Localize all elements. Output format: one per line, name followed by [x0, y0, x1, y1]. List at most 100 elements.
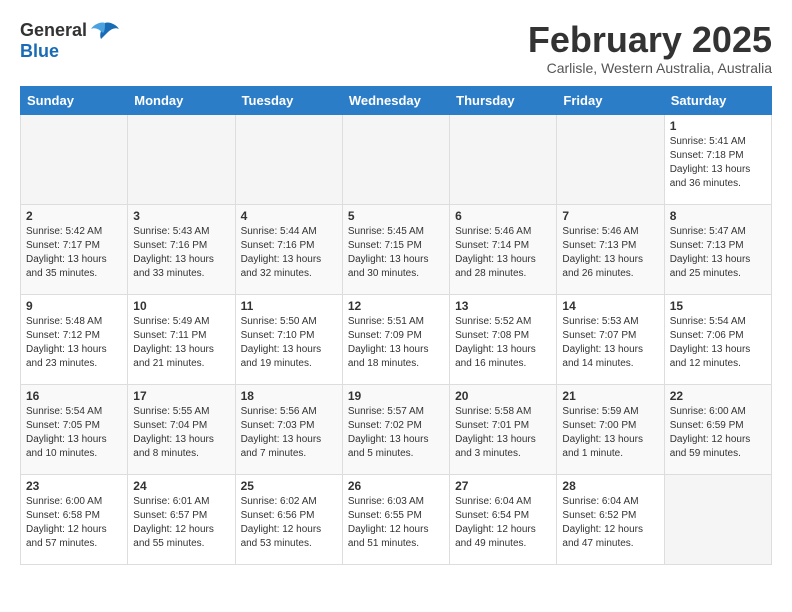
calendar-cell [342, 114, 449, 204]
calendar-week-row-1: 1 Sunrise: 5:41 AM Sunset: 7:18 PM Daylig… [21, 114, 772, 204]
day-info: Sunrise: 5:46 AM Sunset: 7:14 PM Dayligh… [455, 225, 551, 281]
day-number: 7 [562, 209, 658, 223]
day-number: 14 [562, 299, 658, 313]
calendar-header-row: Sunday Monday Tuesday Wednesday Thursday… [21, 86, 772, 114]
day-info: Sunrise: 5:58 AM Sunset: 7:01 PM Dayligh… [455, 405, 551, 461]
calendar-week-row-2: 2 Sunrise: 5:42 AM Sunset: 7:17 PM Daylig… [21, 204, 772, 294]
day-info: Sunrise: 5:55 AM Sunset: 7:04 PM Dayligh… [133, 405, 229, 461]
calendar-cell: 3Sunrise: 5:43 AM Sunset: 7:16 PM Daylig… [128, 204, 235, 294]
day-number: 23 [26, 479, 122, 493]
day-info: Sunrise: 5:57 AM Sunset: 7:02 PM Dayligh… [348, 405, 444, 461]
day-info: Sunrise: 5:43 AM Sunset: 7:16 PM Dayligh… [133, 225, 229, 281]
day-info: Sunrise: 5:54 AM Sunset: 7:06 PM Dayligh… [670, 315, 766, 371]
day-number: 1 [670, 119, 766, 133]
calendar-cell: 22Sunrise: 6:00 AM Sunset: 6:59 PM Dayli… [664, 384, 771, 474]
day-info: Sunrise: 5:51 AM Sunset: 7:09 PM Dayligh… [348, 315, 444, 371]
logo-bird-icon [91, 21, 119, 41]
calendar-subtitle: Carlisle, Western Australia, Australia [528, 60, 772, 76]
calendar-cell: 24 Sunrise: 6:01 AM Sunset: 6:57 PM Dayli… [128, 474, 235, 564]
calendar-week-row-4: 16 Sunrise: 5:54 AM Sunset: 7:05 PM Dayli… [21, 384, 772, 474]
day-number: 9 [26, 299, 122, 313]
calendar-cell [128, 114, 235, 204]
header-friday: Friday [557, 86, 664, 114]
day-info: Sunrise: 6:01 AM Sunset: 6:57 PM Dayligh… [133, 495, 229, 551]
calendar-cell: 8 Sunrise: 5:47 AM Sunset: 7:13 PM Daylig… [664, 204, 771, 294]
day-info: Sunrise: 5:54 AM Sunset: 7:05 PM Dayligh… [26, 405, 122, 461]
day-info: Sunrise: 6:03 AM Sunset: 6:55 PM Dayligh… [348, 495, 444, 551]
calendar-cell: 2 Sunrise: 5:42 AM Sunset: 7:17 PM Daylig… [21, 204, 128, 294]
calendar-cell: 4 Sunrise: 5:44 AM Sunset: 7:16 PM Daylig… [235, 204, 342, 294]
day-number: 19 [348, 389, 444, 403]
calendar-cell: 5 Sunrise: 5:45 AM Sunset: 7:15 PM Daylig… [342, 204, 449, 294]
calendar-cell: 27 Sunrise: 6:04 AM Sunset: 6:54 PM Dayli… [450, 474, 557, 564]
day-number: 5 [348, 209, 444, 223]
day-info: Sunrise: 5:48 AM Sunset: 7:12 PM Dayligh… [26, 315, 122, 371]
day-number: 6 [455, 209, 551, 223]
day-info: Sunrise: 6:04 AM Sunset: 6:52 PM Dayligh… [562, 495, 658, 551]
calendar-cell: 15 Sunrise: 5:54 AM Sunset: 7:06 PM Dayli… [664, 294, 771, 384]
calendar-cell: 20 Sunrise: 5:58 AM Sunset: 7:01 PM Dayli… [450, 384, 557, 474]
header-monday: Monday [128, 86, 235, 114]
calendar-week-row-5: 23 Sunrise: 6:00 AM Sunset: 6:58 PM Dayli… [21, 474, 772, 564]
header-sunday: Sunday [21, 86, 128, 114]
calendar-cell: 11 Sunrise: 5:50 AM Sunset: 7:10 PM Dayli… [235, 294, 342, 384]
calendar-cell: 13 Sunrise: 5:52 AM Sunset: 7:08 PM Dayli… [450, 294, 557, 384]
calendar-cell [21, 114, 128, 204]
calendar-cell: 25 Sunrise: 6:02 AM Sunset: 6:56 PM Dayli… [235, 474, 342, 564]
calendar-cell [557, 114, 664, 204]
day-info: Sunrise: 6:04 AM Sunset: 6:54 PM Dayligh… [455, 495, 551, 551]
day-number: 2 [26, 209, 122, 223]
calendar-title: February 2025 [528, 20, 772, 60]
calendar-cell: 23 Sunrise: 6:00 AM Sunset: 6:58 PM Dayli… [21, 474, 128, 564]
calendar-cell [450, 114, 557, 204]
calendar-cell: 6 Sunrise: 5:46 AM Sunset: 7:14 PM Daylig… [450, 204, 557, 294]
day-number: 26 [348, 479, 444, 493]
day-info: Sunrise: 5:59 AM Sunset: 7:00 PM Dayligh… [562, 405, 658, 461]
day-number: 4 [241, 209, 337, 223]
day-info: Sunrise: 5:49 AM Sunset: 7:11 PM Dayligh… [133, 315, 229, 371]
day-number: 11 [241, 299, 337, 313]
calendar-cell [235, 114, 342, 204]
logo-general-text: General [20, 20, 87, 41]
day-number: 25 [241, 479, 337, 493]
calendar-table: Sunday Monday Tuesday Wednesday Thursday… [20, 86, 772, 565]
day-info: Sunrise: 5:41 AM Sunset: 7:18 PM Dayligh… [670, 135, 766, 191]
day-number: 10 [133, 299, 229, 313]
day-info: Sunrise: 5:44 AM Sunset: 7:16 PM Dayligh… [241, 225, 337, 281]
header-tuesday: Tuesday [235, 86, 342, 114]
calendar-week-row-3: 9 Sunrise: 5:48 AM Sunset: 7:12 PM Daylig… [21, 294, 772, 384]
day-number: 15 [670, 299, 766, 313]
day-info: Sunrise: 6:00 AM Sunset: 6:58 PM Dayligh… [26, 495, 122, 551]
calendar-cell: 21 Sunrise: 5:59 AM Sunset: 7:00 PM Dayli… [557, 384, 664, 474]
calendar-cell: 14 Sunrise: 5:53 AM Sunset: 7:07 PM Dayli… [557, 294, 664, 384]
day-info: Sunrise: 5:52 AM Sunset: 7:08 PM Dayligh… [455, 315, 551, 371]
calendar-cell: 26 Sunrise: 6:03 AM Sunset: 6:55 PM Dayli… [342, 474, 449, 564]
title-area: February 2025 Carlisle, Western Australi… [528, 20, 772, 76]
day-number: 18 [241, 389, 337, 403]
day-number: 28 [562, 479, 658, 493]
day-info: Sunrise: 5:45 AM Sunset: 7:15 PM Dayligh… [348, 225, 444, 281]
day-info: Sunrise: 6:02 AM Sunset: 6:56 PM Dayligh… [241, 495, 337, 551]
logo: General Blue [20, 20, 119, 62]
calendar-cell: 17 Sunrise: 5:55 AM Sunset: 7:04 PM Dayli… [128, 384, 235, 474]
header: General Blue February 2025 Carlisle, Wes… [20, 20, 772, 76]
header-saturday: Saturday [664, 86, 771, 114]
day-info: Sunrise: 5:47 AM Sunset: 7:13 PM Dayligh… [670, 225, 766, 281]
day-info: Sunrise: 5:42 AM Sunset: 7:17 PM Dayligh… [26, 225, 122, 281]
day-number: 13 [455, 299, 551, 313]
day-info: Sunrise: 5:50 AM Sunset: 7:10 PM Dayligh… [241, 315, 337, 371]
logo-blue-text: Blue [20, 41, 59, 62]
day-number: 27 [455, 479, 551, 493]
header-wednesday: Wednesday [342, 86, 449, 114]
day-number: 20 [455, 389, 551, 403]
day-number: 16 [26, 389, 122, 403]
calendar-cell: 1 Sunrise: 5:41 AM Sunset: 7:18 PM Daylig… [664, 114, 771, 204]
calendar-cell: 12Sunrise: 5:51 AM Sunset: 7:09 PM Dayli… [342, 294, 449, 384]
day-info: Sunrise: 5:53 AM Sunset: 7:07 PM Dayligh… [562, 315, 658, 371]
day-number: 24 [133, 479, 229, 493]
calendar-cell: 10 Sunrise: 5:49 AM Sunset: 7:11 PM Dayli… [128, 294, 235, 384]
calendar-cell: 19 Sunrise: 5:57 AM Sunset: 7:02 PM Dayli… [342, 384, 449, 474]
day-number: 8 [670, 209, 766, 223]
day-number: 21 [562, 389, 658, 403]
day-number: 17 [133, 389, 229, 403]
